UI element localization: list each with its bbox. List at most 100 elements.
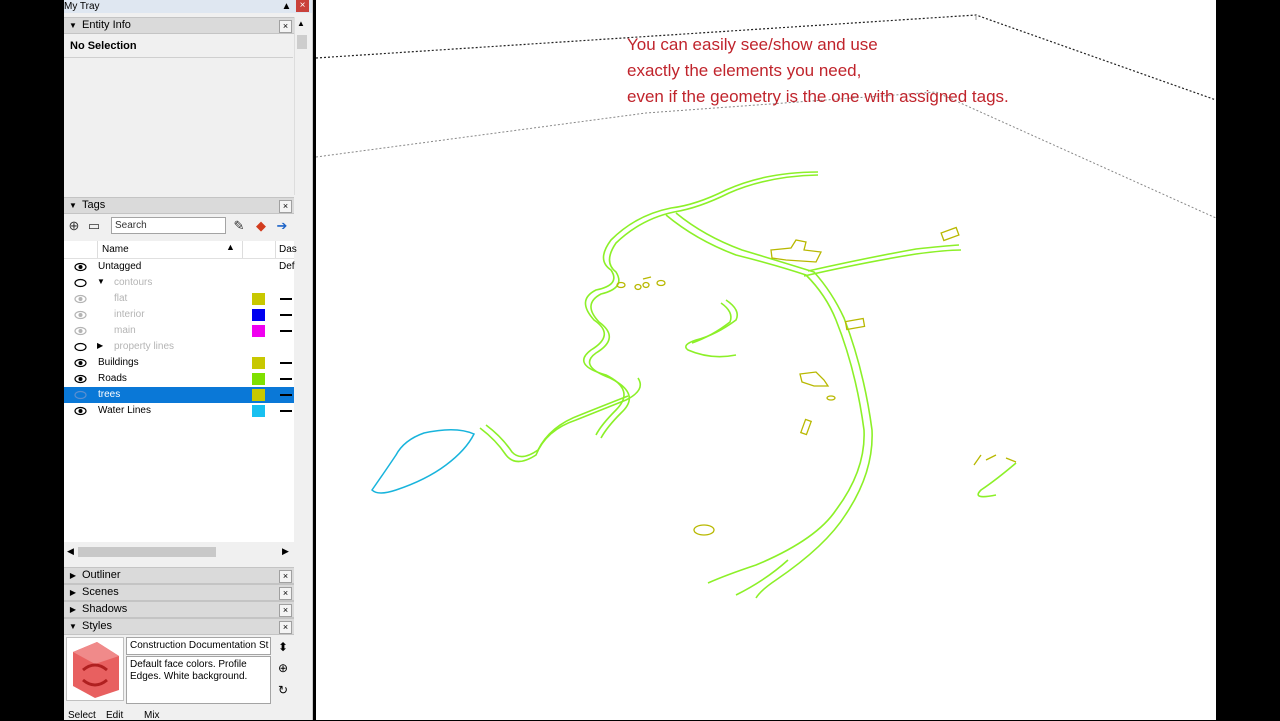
tag-label: contours: [114, 277, 153, 288]
tag-label: Water Lines: [98, 405, 151, 416]
tag-color-swatch[interactable]: [252, 389, 265, 401]
tray-title-bar: My Tray ▲ ×: [64, 0, 312, 13]
screen-right-border: [1216, 0, 1280, 720]
expand-icon[interactable]: ▶: [68, 585, 78, 600]
close-icon[interactable]: ×: [279, 200, 292, 213]
dash-pattern[interactable]: [280, 314, 292, 316]
save-style-icon[interactable]: ⬍: [276, 640, 290, 654]
eye-open-icon[interactable]: [74, 293, 87, 305]
close-icon[interactable]: ×: [279, 587, 292, 600]
annotation-text: You can easily see/show and use exactly …: [627, 32, 1009, 110]
scroll-thumb[interactable]: [78, 547, 216, 557]
annotation-line: exactly the elements you need,: [627, 61, 862, 80]
tab-select[interactable]: Select: [68, 710, 96, 721]
tag-row-flat[interactable]: flat: [64, 291, 294, 307]
close-icon[interactable]: ×: [279, 604, 292, 617]
dash-pattern[interactable]: [280, 394, 292, 396]
tag-color-swatch[interactable]: [252, 325, 265, 337]
style-description-field[interactable]: Default face colors. Profile Edges. Whit…: [126, 656, 271, 704]
create-style-icon[interactable]: ⊕: [276, 661, 290, 675]
tag-row-roads[interactable]: Roads: [64, 371, 294, 387]
dash-pattern[interactable]: [280, 410, 292, 412]
eye-open-icon[interactable]: [74, 357, 87, 369]
tag-color-swatch[interactable]: [252, 293, 265, 305]
add-tag-folder-icon[interactable]: ▭: [86, 218, 102, 234]
shadows-title: Shadows: [82, 603, 128, 615]
dash-pattern[interactable]: [280, 298, 292, 300]
annotation-line: even if the geometry is the one with ass…: [627, 87, 1009, 106]
scenes-header[interactable]: ▶ Scenes ×: [64, 584, 294, 601]
close-icon[interactable]: ×: [279, 20, 292, 33]
add-tag-icon[interactable]: ⊕: [66, 218, 82, 234]
tag-row-contours[interactable]: ▼ contours: [64, 275, 294, 291]
tab-mix[interactable]: Mix: [144, 710, 160, 721]
tray-close-button[interactable]: ×: [296, 0, 309, 12]
horizontal-scrollbar[interactable]: ◀ ▶: [64, 544, 294, 560]
eye-closed-icon[interactable]: [74, 389, 87, 401]
collapse-icon[interactable]: ▼: [68, 198, 78, 213]
name-column-header[interactable]: Name: [102, 244, 129, 255]
details-icon[interactable]: ➔: [274, 218, 290, 234]
tag-row-untagged[interactable]: Untagged Def: [64, 259, 295, 275]
collapse-icon[interactable]: ▼: [68, 18, 78, 33]
outliner-header[interactable]: ▶ Outliner ×: [64, 567, 294, 584]
eye-closed-icon[interactable]: [74, 277, 87, 289]
tag-label: trees: [98, 389, 121, 400]
scroll-thumb[interactable]: [297, 35, 307, 49]
expand-icon[interactable]: ▶: [68, 568, 78, 583]
tag-row-water-lines[interactable]: Water Lines: [64, 403, 294, 419]
tag-color-swatch[interactable]: [252, 373, 265, 385]
tags-header[interactable]: ▼ Tags ×: [64, 197, 294, 214]
dash-pattern[interactable]: [280, 362, 292, 364]
sort-ascending-icon[interactable]: ▲: [226, 242, 235, 252]
shadows-header[interactable]: ▶ Shadows ×: [64, 601, 294, 618]
close-icon[interactable]: ×: [279, 621, 292, 634]
dashes-column-header[interactable]: Das: [279, 244, 297, 255]
tag-row-main[interactable]: main: [64, 323, 294, 339]
vertical-scrollbar[interactable]: ▲: [294, 17, 309, 195]
dash-pattern[interactable]: [280, 330, 292, 332]
eye-open-icon[interactable]: [74, 261, 87, 273]
dash-pattern[interactable]: [280, 378, 292, 380]
update-style-icon[interactable]: ↻: [276, 683, 290, 697]
expand-folder-icon[interactable]: ▶: [97, 341, 103, 350]
tag-color-swatch[interactable]: [252, 357, 265, 369]
tag-tool-icon[interactable]: ✎: [231, 218, 247, 234]
collapse-folder-icon[interactable]: ▼: [97, 277, 105, 286]
tag-label: Buildings: [98, 357, 139, 368]
eye-open-icon[interactable]: [74, 405, 87, 417]
expand-icon[interactable]: ▶: [68, 602, 78, 617]
entity-status: No Selection: [70, 40, 137, 52]
color-by-tag-icon[interactable]: ◆: [253, 218, 269, 234]
tag-search-input[interactable]: Search: [111, 217, 226, 234]
scroll-up-icon[interactable]: ▲: [297, 19, 305, 28]
tags-column-header: Name ▲ Das: [64, 241, 297, 259]
tag-color-swatch[interactable]: [252, 405, 265, 417]
tag-label: main: [114, 325, 136, 336]
scroll-right-icon[interactable]: ▶: [282, 546, 289, 557]
tag-row-property-lines[interactable]: ▶ property lines: [64, 339, 294, 355]
entity-info-header[interactable]: ▼ Entity Info ×: [64, 17, 294, 34]
model-viewport[interactable]: You can easily see/show and use exactly …: [316, 0, 1216, 720]
close-icon[interactable]: ×: [279, 570, 292, 583]
tag-row-buildings[interactable]: Buildings: [64, 355, 294, 371]
collapse-icon[interactable]: ▼: [68, 619, 78, 634]
pin-icon[interactable]: ▲: [281, 1, 292, 12]
divider: [242, 241, 243, 258]
eye-open-icon[interactable]: [74, 309, 87, 321]
eye-open-icon[interactable]: [74, 325, 87, 337]
tag-row-interior[interactable]: interior: [64, 307, 294, 323]
eye-closed-icon[interactable]: [74, 341, 87, 353]
styles-tabs: Select Edit Mix: [64, 708, 294, 721]
styles-header[interactable]: ▼ Styles ×: [64, 618, 294, 635]
eye-open-icon[interactable]: [74, 373, 87, 385]
style-name-field[interactable]: Construction Documentation St: [126, 637, 271, 655]
tag-color-swatch[interactable]: [252, 309, 265, 321]
tags-toolbar: ⊕ ▭ Search ✎ ◆ ➔: [64, 215, 294, 237]
tag-row-trees[interactable]: trees: [64, 387, 294, 403]
outliner-title: Outliner: [82, 569, 121, 581]
dash-default: Def: [279, 261, 295, 272]
tab-edit[interactable]: Edit: [106, 710, 123, 721]
tag-label: flat: [114, 293, 128, 304]
scroll-left-icon[interactable]: ◀: [67, 546, 74, 557]
